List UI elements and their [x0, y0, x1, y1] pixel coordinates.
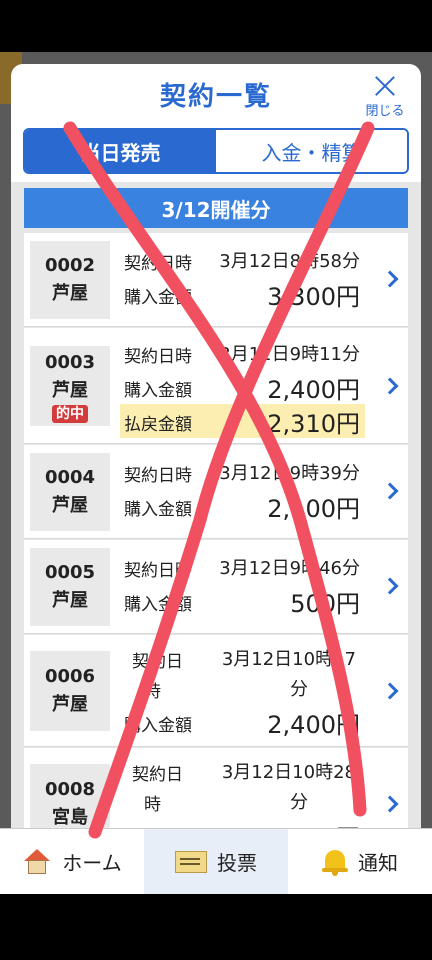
- contract-id-box: 0005 芦屋: [30, 548, 110, 626]
- contract-id-box: 0002 芦屋: [30, 241, 110, 319]
- contract-id-box: 0003 芦屋 的中: [30, 346, 110, 426]
- tab-home-label: ホーム: [62, 851, 122, 875]
- chevron-right-icon: [381, 377, 399, 395]
- contract-time: 3月12日8時58分: [219, 251, 360, 272]
- contract-list: 3/12開催分 0002 芦屋 契約日時 3月12日8時58分 購入金額 3,3…: [11, 182, 421, 828]
- tab-vote-label: 投票: [217, 851, 257, 875]
- contract-number: 0006: [44, 666, 96, 687]
- purchase-amount: 2,100円: [267, 495, 360, 523]
- tab-vote[interactable]: 投票: [144, 829, 288, 894]
- contract-time: 3月12日10時17: [221, 649, 356, 670]
- tab-notify[interactable]: 通知: [288, 829, 432, 894]
- purchase-amount: 2,400円: [267, 376, 360, 404]
- purchase-label: 購入金額: [124, 716, 192, 736]
- bell-icon: [322, 848, 348, 876]
- contract-row[interactable]: 0008 宮島 契約日 時 3月12日10時28 分 購入金額 2,100円: [24, 748, 408, 828]
- contract-time-label-cont: 時: [144, 682, 161, 702]
- payout-label: 払戻金額: [124, 415, 192, 435]
- tab-deposit-settlement[interactable]: 入金・精算: [216, 130, 407, 172]
- venue-name: 宮島: [52, 807, 88, 828]
- modal-title: 契約一覧: [159, 82, 272, 112]
- chevron-right-icon: [381, 270, 399, 288]
- contract-list-modal: 契約一覧 閉じる 当日発売 入金・精算 3/12開催分 0002 芦屋 契約日時…: [11, 64, 421, 828]
- purchase-label: 購入金額: [124, 288, 192, 308]
- bottom-tab-bar: ホーム 投票 通知: [0, 828, 432, 894]
- contract-time-label: 契約日: [132, 652, 183, 672]
- purchase-amount: 500円: [290, 590, 360, 618]
- contract-time-label: 契約日時: [124, 561, 192, 581]
- contract-row[interactable]: 0002 芦屋 契約日時 3月12日8時58分 購入金額 3,300円: [24, 233, 408, 327]
- contract-row[interactable]: 0005 芦屋 契約日時 3月12日9時46分 購入金額 500円: [24, 540, 408, 634]
- close-icon: [373, 74, 397, 98]
- venue-name: 芦屋: [52, 283, 88, 304]
- purchase-amount: 2,100円: [267, 818, 360, 828]
- contract-number: 0003: [44, 352, 96, 373]
- chevron-right-icon: [381, 795, 399, 813]
- purchase-label: 購入金額: [124, 595, 192, 615]
- contract-time-label: 契約日時: [124, 254, 192, 274]
- contract-time-cont: 分: [290, 679, 308, 700]
- payout-amount: 2,310円: [267, 410, 360, 438]
- venue-name: 芦屋: [52, 495, 88, 516]
- ticket-icon: [175, 850, 207, 873]
- contract-row[interactable]: 0006 芦屋 契約日 時 3月12日10時17 分 購入金額 2,400円: [24, 635, 408, 747]
- contract-time: 3月12日9時46分: [219, 558, 360, 579]
- date-header: 3/12開催分: [24, 188, 408, 228]
- tab-home[interactable]: ホーム: [0, 829, 144, 894]
- purchase-amount: 3,300円: [267, 283, 360, 311]
- chevron-right-icon: [381, 482, 399, 500]
- venue-name: 芦屋: [52, 694, 88, 715]
- purchase-amount: 2,400円: [267, 711, 360, 739]
- contract-number: 0005: [44, 562, 96, 583]
- contract-time: 3月12日10時28: [221, 762, 356, 783]
- contract-row[interactable]: 0003 芦屋 的中 契約日時 3月12日9時11分 購入金額 2,400円 払…: [24, 328, 408, 444]
- hit-badge: 的中: [52, 405, 88, 423]
- tab-notify-label: 通知: [358, 851, 398, 875]
- contract-time-label: 契約日時: [124, 466, 192, 486]
- contract-number: 0008: [44, 779, 96, 800]
- contract-time-cont: 分: [290, 792, 308, 813]
- contract-row[interactable]: 0004 芦屋 契約日時 3月12日9時39分 購入金額 2,100円: [24, 445, 408, 539]
- venue-name: 芦屋: [52, 590, 88, 611]
- contract-time: 3月12日9時11分: [219, 344, 360, 365]
- contract-number: 0002: [44, 255, 96, 276]
- venue-name: 芦屋: [52, 380, 88, 401]
- purchase-label: 購入金額: [124, 381, 192, 401]
- contract-time-label: 契約日時: [124, 347, 192, 367]
- home-icon: [22, 848, 52, 875]
- contract-id-box: 0004 芦屋: [30, 453, 110, 531]
- tab-same-day[interactable]: 当日発売: [25, 130, 216, 172]
- tab-bar: 当日発売 入金・精算: [23, 128, 409, 174]
- contract-time-label: 契約日: [132, 765, 183, 785]
- chevron-right-icon: [381, 682, 399, 700]
- contract-time-label-cont: 時: [144, 795, 161, 815]
- contract-number: 0004: [44, 467, 96, 488]
- contract-id-box: 0006 芦屋: [30, 651, 110, 731]
- purchase-label: 購入金額: [124, 500, 192, 520]
- contract-time: 3月12日9時39分: [219, 463, 360, 484]
- close-label: 閉じる: [365, 104, 405, 119]
- close-button[interactable]: 閉じる: [361, 74, 409, 119]
- chevron-right-icon: [381, 577, 399, 595]
- contract-id-box: 0008 宮島: [30, 764, 110, 828]
- screen: 契約一覧 閉じる 当日発売 入金・精算 3/12開催分 0002 芦屋 契約日時…: [0, 0, 432, 960]
